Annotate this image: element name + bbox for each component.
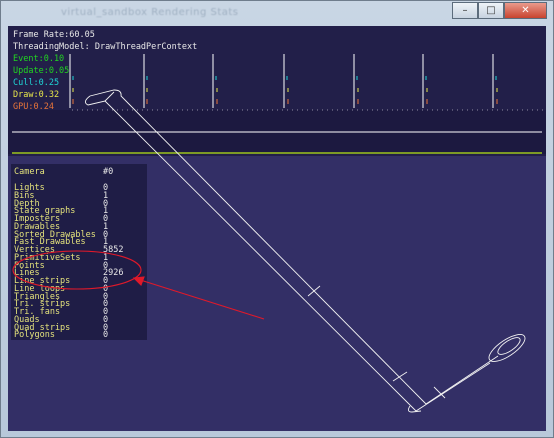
window-title: virtual_sandbox Rendering Stats [61,7,239,18]
performance-graph-lines [12,131,542,154]
timing-bars [72,76,498,104]
window-controls: – □ ✕ [452,2,547,19]
frame-tick-marks [69,54,546,111]
minimize-button[interactable]: – [452,2,478,19]
app-window: virtual_sandbox Rendering Stats – □ ✕ Fr… [0,0,554,438]
render-viewport[interactable]: Frame Rate:60.05 ThreadingModel: DrawThr… [8,26,546,431]
wireframe-pipe [85,89,526,413]
annotation-highlight [12,250,265,320]
close-button[interactable]: ✕ [504,2,547,19]
scene-overlay [12,54,546,413]
maximize-button[interactable]: □ [478,2,504,19]
title-bar[interactable]: virtual_sandbox Rendering Stats – □ ✕ [1,1,553,25]
